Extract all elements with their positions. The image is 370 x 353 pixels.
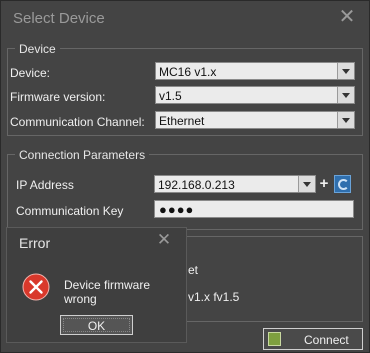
summary-line-1: et xyxy=(188,263,199,277)
error-dialog-title: Error xyxy=(19,235,51,251)
connect-icon xyxy=(268,332,281,346)
channel-combo-value: Ethernet xyxy=(159,114,205,128)
error-message: Device firmware wrong xyxy=(64,278,151,306)
connect-button[interactable]: Connect xyxy=(263,328,363,350)
error-dialog: Error ✕ Device firmware wrong OK xyxy=(6,227,187,343)
ip-address-value: 192.168.0.213 xyxy=(158,178,235,192)
device-combo[interactable]: MC16 v1.x xyxy=(155,62,355,80)
refresh-icon[interactable] xyxy=(334,175,351,193)
chevron-down-icon[interactable] xyxy=(337,87,354,103)
ip-address-label: IP Address xyxy=(16,178,74,192)
ok-button[interactable]: OK xyxy=(60,315,133,335)
connect-button-label: Connect xyxy=(304,333,349,347)
firmware-label: Firmware version: xyxy=(10,90,106,104)
window-title: Select Device xyxy=(13,10,105,27)
device-label: Device: xyxy=(10,66,51,80)
communication-key-field[interactable]: ●●●● xyxy=(154,200,354,218)
window-close-icon[interactable]: ✕ xyxy=(337,7,357,27)
channel-combo[interactable]: Ethernet xyxy=(155,111,355,129)
error-icon xyxy=(22,273,50,301)
connection-group-legend: Connection Parameters xyxy=(15,148,150,162)
add-ip-icon[interactable]: + xyxy=(317,175,331,193)
firmware-combo-value: v1.5 xyxy=(159,89,182,103)
channel-label: Communication Channel: xyxy=(10,115,145,129)
title-bar: Select Device ✕ xyxy=(1,1,369,35)
ok-button-label: OK xyxy=(87,319,106,333)
device-combo-value: MC16 v1.x xyxy=(159,65,217,79)
communication-key-label: Communication Key xyxy=(16,204,124,218)
chevron-down-icon[interactable] xyxy=(298,176,315,192)
chevron-down-icon[interactable] xyxy=(337,63,354,79)
ip-address-combo[interactable]: 192.168.0.213 xyxy=(154,175,316,193)
communication-key-value: ●●●● xyxy=(159,202,195,217)
chevron-down-icon[interactable] xyxy=(337,112,354,128)
firmware-combo[interactable]: v1.5 xyxy=(155,86,355,104)
device-group-legend: Device xyxy=(15,42,60,56)
summary-line-2: v1.x fv1.5 xyxy=(188,290,240,304)
close-icon[interactable]: ✕ xyxy=(156,231,172,248)
